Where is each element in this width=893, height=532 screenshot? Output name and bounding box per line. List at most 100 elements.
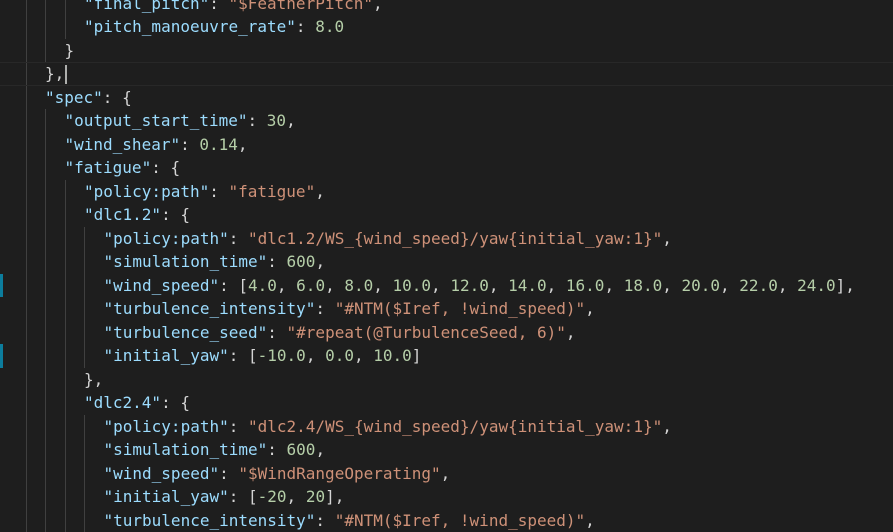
indent-guide: [45, 156, 46, 180]
line-text: },: [45, 63, 64, 85]
code-line[interactable]: "spec": {: [0, 86, 893, 110]
punctuation: : {: [151, 158, 180, 177]
number-value: 0.14: [199, 135, 238, 154]
code-line[interactable]: "dlc2.4": {: [0, 391, 893, 415]
json-key: "initial_yaw": [104, 487, 229, 506]
code-line[interactable]: "policy:path": "dlc1.2/WS_{wind_speed}/y…: [0, 227, 893, 251]
indent-guide: [65, 368, 66, 392]
line-text: "initial_yaw": [-10.0, 0.0, 10.0]: [104, 344, 422, 368]
number-value: 16.0: [566, 276, 605, 295]
punctuation: ,: [373, 276, 392, 295]
indent-guide: [26, 321, 27, 345]
code-line[interactable]: "simulation_time": 600,: [0, 250, 893, 274]
code-line[interactable]: "pitch_manoeuvre_rate": 8.0: [0, 15, 893, 39]
code-line[interactable]: "initial_yaw": [-10.0, 0.0, 10.0]: [0, 344, 893, 368]
json-key: "fatigue": [65, 158, 152, 177]
indent-guide: [26, 485, 27, 509]
line-text: "output_start_time": 30,: [65, 109, 296, 133]
punctuation: ],: [325, 487, 344, 506]
indent-guide: [45, 203, 46, 227]
code-line[interactable]: "initial_yaw": [-20, 20],: [0, 485, 893, 509]
number-value: 20: [306, 487, 325, 506]
punctuation: ,: [325, 276, 344, 295]
indent-guide: [84, 344, 85, 368]
code-editor[interactable]: "final_pitch": "$FeatherPitch","pitch_ma…: [0, 0, 893, 530]
code-line[interactable]: "wind_shear": 0.14,: [0, 133, 893, 157]
line-text: "turbulence_intensity": "#NTM($Iref, !wi…: [104, 297, 595, 321]
indent-guide: [65, 297, 66, 321]
punctuation: ,: [441, 464, 451, 483]
string-value: "#NTM($Iref, !wind_speed)": [335, 511, 585, 530]
punctuation: },: [45, 64, 64, 83]
code-line[interactable]: "policy:path": "fatigue",: [0, 180, 893, 204]
indent-guide: [45, 297, 46, 321]
line-text: "fatigue": {: [65, 156, 181, 180]
indent-guide: [45, 15, 46, 39]
punctuation: ,: [354, 346, 373, 365]
json-key: "wind_speed": [104, 276, 220, 295]
punctuation: ,: [662, 276, 681, 295]
line-text: "policy:path": "dlc1.2/WS_{wind_speed}/y…: [104, 227, 672, 251]
punctuation: ]: [412, 346, 422, 365]
indent-guide: [84, 485, 85, 509]
punctuation: :: [209, 182, 228, 201]
punctuation: ,: [315, 440, 325, 459]
indent-guide: [26, 297, 27, 321]
code-line[interactable]: },: [0, 368, 893, 392]
code-line[interactable]: }: [0, 39, 893, 63]
json-key: "simulation_time": [104, 440, 268, 459]
indent-guide: [26, 462, 27, 486]
indent-guide: [65, 344, 66, 368]
code-line[interactable]: "dlc1.2": {: [0, 203, 893, 227]
number-value: 12.0: [450, 276, 489, 295]
line-text: "policy:path": "fatigue",: [84, 180, 325, 204]
indent-guide: [84, 438, 85, 462]
number-value: 6.0: [296, 276, 325, 295]
line-text: }: [65, 39, 75, 63]
indent-guide: [65, 274, 66, 298]
indent-guide: [65, 0, 66, 15]
code-line[interactable]: "policy:path": "dlc2.4/WS_{wind_speed}/y…: [0, 415, 893, 439]
code-line[interactable]: "final_pitch": "$FeatherPitch",: [0, 0, 893, 15]
line-text: "dlc2.4": {: [84, 391, 190, 415]
indent-guide: [45, 415, 46, 439]
code-line[interactable]: "wind_speed": [4.0, 6.0, 8.0, 10.0, 12.0…: [0, 274, 893, 298]
indent-guide: [45, 39, 46, 63]
code-line[interactable]: "simulation_time": 600,: [0, 438, 893, 462]
punctuation: :: [209, 0, 228, 13]
line-text: "simulation_time": 600,: [104, 250, 326, 274]
json-key: "simulation_time": [104, 252, 268, 271]
punctuation: : {: [161, 205, 190, 224]
code-line[interactable]: "turbulence_intensity": "#NTM($Iref, !wi…: [0, 297, 893, 321]
indent-guide: [84, 509, 85, 532]
indent-guide: [45, 109, 46, 133]
string-value: "$WindRangeOperating": [238, 464, 440, 483]
string-value: "dlc2.4/WS_{wind_speed}/yaw{initial_yaw:…: [248, 417, 662, 436]
indent-guide: [84, 297, 85, 321]
punctuation: ,: [489, 276, 508, 295]
indent-guide: [65, 227, 66, 251]
code-line[interactable]: "turbulence_intensity": "#NTM($Iref, !wi…: [0, 509, 893, 532]
line-text: "policy:path": "dlc2.4/WS_{wind_speed}/y…: [104, 415, 672, 439]
json-key: "dlc1.2": [84, 205, 161, 224]
number-value: 30: [267, 111, 286, 130]
punctuation: ],: [836, 276, 855, 295]
number-value: 14.0: [508, 276, 547, 295]
line-text: "spec": {: [45, 86, 132, 110]
indent-guide: [65, 15, 66, 39]
punctuation: : [: [229, 346, 258, 365]
punctuation: ,: [238, 135, 248, 154]
punctuation: ,: [662, 229, 672, 248]
punctuation: ,: [373, 0, 383, 13]
code-line[interactable]: "wind_speed": "$WindRangeOperating",: [0, 462, 893, 486]
string-value: "#NTM($Iref, !wind_speed)": [335, 299, 585, 318]
punctuation: ,: [720, 276, 739, 295]
punctuation: ,: [566, 323, 576, 342]
code-line[interactable]: "fatigue": {: [0, 156, 893, 180]
code-line[interactable]: },: [0, 62, 893, 86]
indent-guide: [45, 227, 46, 251]
code-line[interactable]: "output_start_time": 30,: [0, 109, 893, 133]
indent-guide: [26, 86, 27, 110]
indent-guide: [45, 133, 46, 157]
code-line[interactable]: "turbulence_seed": "#repeat(@TurbulenceS…: [0, 321, 893, 345]
